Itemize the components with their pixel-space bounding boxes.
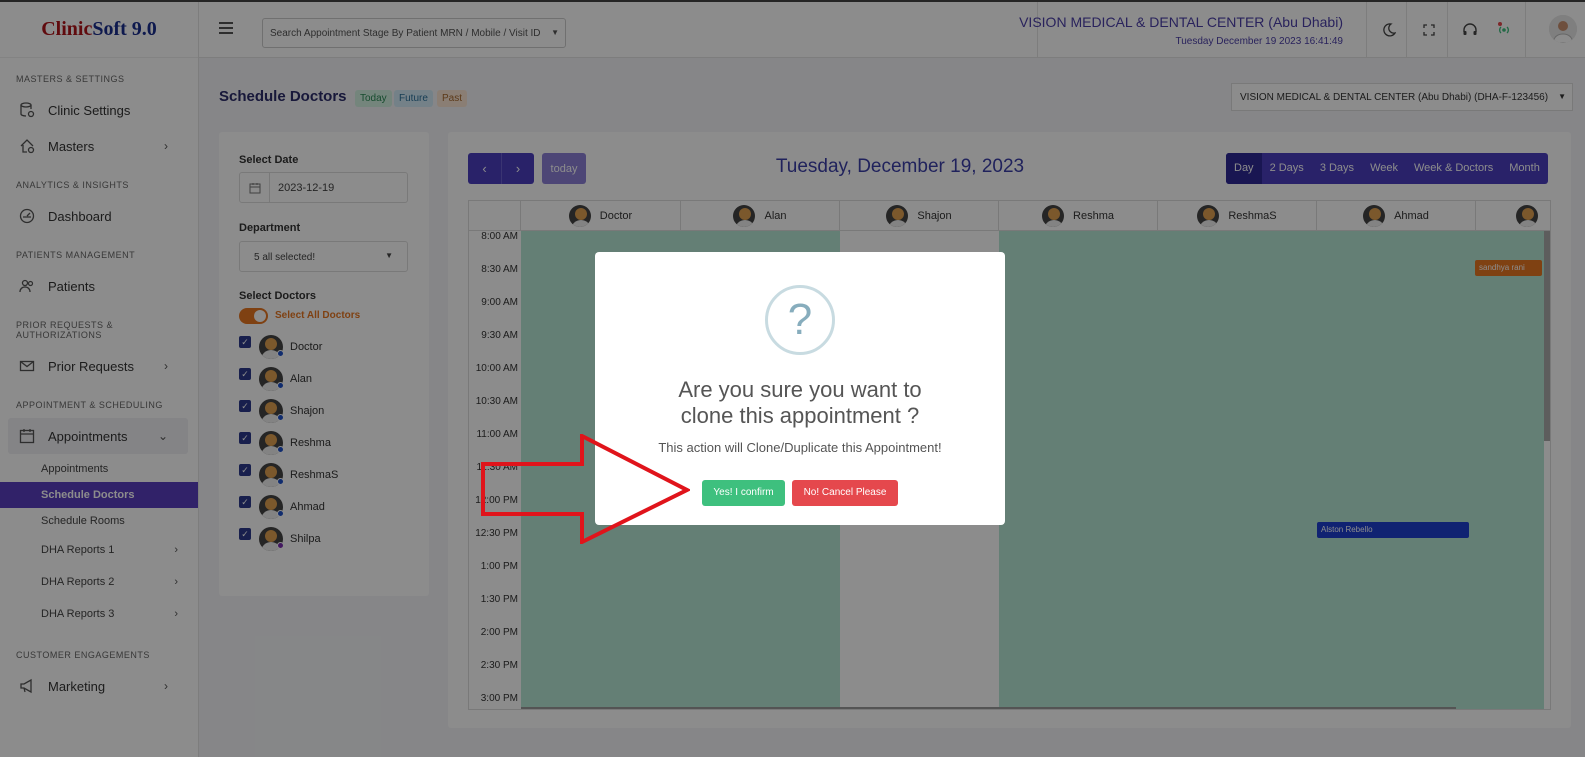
cancel-button[interactable]: No! Cancel Please (792, 480, 898, 506)
confirm-button[interactable]: Yes! I confirm (702, 480, 785, 506)
dialog-title: Are you sure you want to clone this appo… (678, 377, 922, 428)
red-arrow-annotation-icon (481, 434, 690, 544)
question-icon: ? (765, 285, 835, 355)
